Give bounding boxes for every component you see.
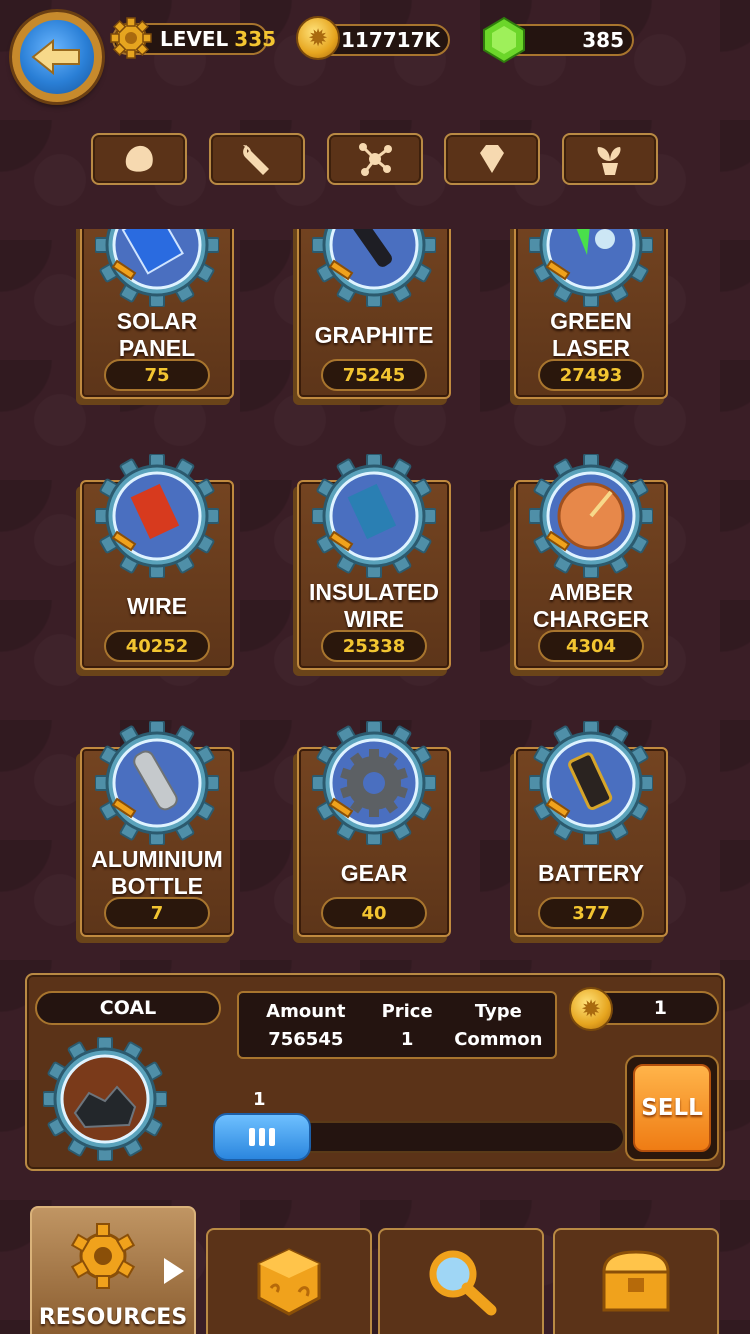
- category-tab-tools[interactable]: [209, 133, 305, 185]
- item-card-aluminium-bottle[interactable]: ALUMINIUM BOTTLE 7: [80, 721, 234, 937]
- slider-value: 1: [253, 1089, 266, 1110]
- green-laser-icon: [529, 229, 653, 307]
- coin-amount: 117717K: [341, 28, 440, 52]
- item-count: 25338: [321, 630, 427, 662]
- item-card-gear[interactable]: GEAR 40: [297, 721, 451, 937]
- item-name: ALUMINIUM BOTTLE: [91, 846, 223, 899]
- item-count: 7: [104, 897, 210, 929]
- category-tab-plants[interactable]: [562, 133, 658, 185]
- item-card-solar-panel[interactable]: SOLAR PANEL 75: [80, 229, 234, 399]
- sell-button-frame[interactable]: SELL: [625, 1055, 719, 1161]
- selected-item-panel: COAL Amount Price Type 756545 1 Common 1…: [25, 973, 725, 1171]
- back-arrow-icon: [31, 38, 80, 76]
- play-arrow-icon: [164, 1258, 184, 1284]
- tab-resources[interactable]: RESOURCES: [30, 1206, 196, 1334]
- amount-value: 756545: [268, 1028, 344, 1050]
- wrench-icon: [243, 144, 269, 175]
- item-count: 40: [321, 897, 427, 929]
- tab-resources-label: RESOURCES: [38, 1305, 188, 1330]
- graphite-icon: [312, 229, 436, 307]
- type-value: Common: [454, 1028, 543, 1050]
- back-button[interactable]: [12, 12, 102, 102]
- item-name: GREEN LASER: [550, 308, 632, 361]
- item-count: 27493: [538, 359, 644, 391]
- magnifier-icon: [429, 1250, 497, 1316]
- coin-icon: ✹: [296, 16, 340, 60]
- chest-icon: [602, 1250, 670, 1312]
- quantity-slider-handle[interactable]: [213, 1113, 311, 1161]
- item-name: AMBER CHARGER: [532, 579, 650, 632]
- coal-icon: [43, 1037, 167, 1161]
- plant-icon: [597, 147, 621, 175]
- category-tab-rocks[interactable]: [91, 133, 187, 185]
- category-tab-compounds[interactable]: [327, 133, 423, 185]
- rock-icon: [125, 145, 153, 172]
- gear-icon: [312, 721, 436, 845]
- price-value: 1: [400, 1028, 414, 1050]
- coin-icon: ✹: [569, 987, 613, 1031]
- molecule-icon: [359, 143, 392, 176]
- item-card-green-laser[interactable]: GREEN LASER 27493: [514, 229, 668, 399]
- battery-icon: [529, 721, 653, 845]
- level-label: LEVEL: [160, 27, 229, 51]
- item-count: 377: [538, 897, 644, 929]
- bottle-icon: [95, 721, 219, 845]
- item-name: GEAR: [340, 859, 408, 886]
- level-value: 335: [234, 27, 277, 51]
- price-label: Price: [381, 1000, 433, 1022]
- item-name: BATTERY: [537, 859, 645, 886]
- item-count: 75245: [321, 359, 427, 391]
- wire-spool-icon: [95, 454, 219, 578]
- selected-item-name: COAL: [35, 991, 221, 1025]
- tab-chest[interactable]: [553, 1228, 719, 1334]
- item-name: INSULATED WIRE: [309, 579, 439, 632]
- category-tab-gems[interactable]: [444, 133, 540, 185]
- sell-total-value: 1: [653, 997, 667, 1019]
- dice-icon: [257, 1248, 321, 1316]
- insulated-wire-icon: [312, 454, 436, 578]
- sell-button[interactable]: SELL: [633, 1064, 711, 1152]
- tab-dice[interactable]: [206, 1228, 372, 1334]
- item-name: SOLAR PANEL: [116, 308, 198, 361]
- solar-panel-icon: [95, 229, 219, 307]
- item-card-wire[interactable]: WIRE 40252: [80, 454, 234, 670]
- item-card-battery[interactable]: BATTERY 377: [514, 721, 668, 937]
- item-count: 4304: [538, 630, 644, 662]
- type-label: Type: [474, 1000, 522, 1022]
- item-name: GRAPHITE: [314, 321, 434, 348]
- level-gear-icon: [110, 17, 152, 59]
- amber-charger-icon: [529, 454, 653, 578]
- item-card-insulated-wire[interactable]: INSULATED WIRE 25338: [297, 454, 451, 670]
- tab-search[interactable]: [378, 1228, 544, 1334]
- item-stats: Amount Price Type 756545 1 Common: [237, 991, 557, 1059]
- green-gem-icon: [483, 16, 525, 64]
- diamond-icon: [480, 145, 504, 173]
- item-count: 75: [104, 359, 210, 391]
- item-card-amber-charger[interactable]: AMBER CHARGER 4304: [514, 454, 668, 670]
- gear-icon: [70, 1223, 136, 1289]
- gem-amount: 385: [582, 28, 624, 52]
- item-count: 40252: [104, 630, 210, 662]
- item-name: WIRE: [126, 592, 188, 619]
- amount-label: Amount: [266, 1000, 346, 1022]
- item-grid[interactable]: SOLAR PANEL 75 GRAPHITE 75245 GREEN LASER …: [0, 229, 750, 959]
- item-card-graphite[interactable]: GRAPHITE 75245: [297, 229, 451, 399]
